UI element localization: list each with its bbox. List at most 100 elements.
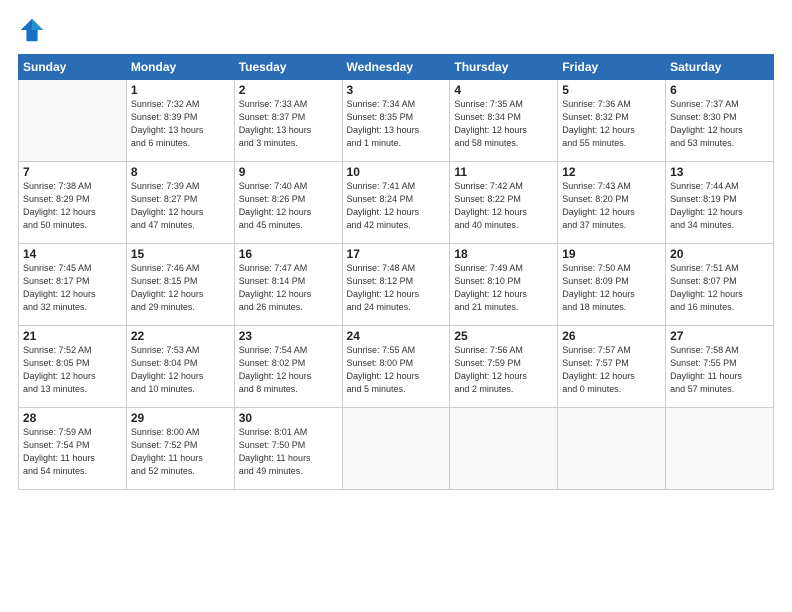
day-number: 18 bbox=[454, 247, 553, 261]
day-number: 25 bbox=[454, 329, 553, 343]
calendar-cell: 27Sunrise: 7:58 AM Sunset: 7:55 PM Dayli… bbox=[666, 326, 774, 408]
day-info: Sunrise: 7:33 AM Sunset: 8:37 PM Dayligh… bbox=[239, 98, 338, 150]
weekday-header-row: SundayMondayTuesdayWednesdayThursdayFrid… bbox=[19, 55, 774, 80]
weekday-header-saturday: Saturday bbox=[666, 55, 774, 80]
weekday-header-sunday: Sunday bbox=[19, 55, 127, 80]
day-info: Sunrise: 7:59 AM Sunset: 7:54 PM Dayligh… bbox=[23, 426, 122, 478]
calendar-table: SundayMondayTuesdayWednesdayThursdayFrid… bbox=[18, 54, 774, 490]
calendar-cell: 9Sunrise: 7:40 AM Sunset: 8:26 PM Daylig… bbox=[234, 162, 342, 244]
calendar-cell: 15Sunrise: 7:46 AM Sunset: 8:15 PM Dayli… bbox=[126, 244, 234, 326]
calendar-cell: 17Sunrise: 7:48 AM Sunset: 8:12 PM Dayli… bbox=[342, 244, 450, 326]
day-number: 12 bbox=[562, 165, 661, 179]
calendar-cell: 24Sunrise: 7:55 AM Sunset: 8:00 PM Dayli… bbox=[342, 326, 450, 408]
day-info: Sunrise: 7:56 AM Sunset: 7:59 PM Dayligh… bbox=[454, 344, 553, 396]
day-info: Sunrise: 7:43 AM Sunset: 8:20 PM Dayligh… bbox=[562, 180, 661, 232]
day-info: Sunrise: 8:00 AM Sunset: 7:52 PM Dayligh… bbox=[131, 426, 230, 478]
day-info: Sunrise: 7:35 AM Sunset: 8:34 PM Dayligh… bbox=[454, 98, 553, 150]
calendar-cell: 21Sunrise: 7:52 AM Sunset: 8:05 PM Dayli… bbox=[19, 326, 127, 408]
day-number: 13 bbox=[670, 165, 769, 179]
calendar-cell: 1Sunrise: 7:32 AM Sunset: 8:39 PM Daylig… bbox=[126, 80, 234, 162]
day-number: 27 bbox=[670, 329, 769, 343]
day-info: Sunrise: 7:53 AM Sunset: 8:04 PM Dayligh… bbox=[131, 344, 230, 396]
calendar-cell bbox=[19, 80, 127, 162]
day-info: Sunrise: 7:55 AM Sunset: 8:00 PM Dayligh… bbox=[347, 344, 446, 396]
day-number: 3 bbox=[347, 83, 446, 97]
calendar-cell: 28Sunrise: 7:59 AM Sunset: 7:54 PM Dayli… bbox=[19, 408, 127, 490]
calendar-cell: 19Sunrise: 7:50 AM Sunset: 8:09 PM Dayli… bbox=[558, 244, 666, 326]
day-info: Sunrise: 7:50 AM Sunset: 8:09 PM Dayligh… bbox=[562, 262, 661, 314]
calendar-cell: 7Sunrise: 7:38 AM Sunset: 8:29 PM Daylig… bbox=[19, 162, 127, 244]
day-number: 7 bbox=[23, 165, 122, 179]
day-info: Sunrise: 7:32 AM Sunset: 8:39 PM Dayligh… bbox=[131, 98, 230, 150]
week-row-5: 28Sunrise: 7:59 AM Sunset: 7:54 PM Dayli… bbox=[19, 408, 774, 490]
day-number: 9 bbox=[239, 165, 338, 179]
calendar-cell: 29Sunrise: 8:00 AM Sunset: 7:52 PM Dayli… bbox=[126, 408, 234, 490]
day-number: 20 bbox=[670, 247, 769, 261]
calendar-cell: 8Sunrise: 7:39 AM Sunset: 8:27 PM Daylig… bbox=[126, 162, 234, 244]
day-info: Sunrise: 8:01 AM Sunset: 7:50 PM Dayligh… bbox=[239, 426, 338, 478]
day-info: Sunrise: 7:49 AM Sunset: 8:10 PM Dayligh… bbox=[454, 262, 553, 314]
day-number: 28 bbox=[23, 411, 122, 425]
calendar-cell: 6Sunrise: 7:37 AM Sunset: 8:30 PM Daylig… bbox=[666, 80, 774, 162]
day-number: 26 bbox=[562, 329, 661, 343]
calendar-cell: 16Sunrise: 7:47 AM Sunset: 8:14 PM Dayli… bbox=[234, 244, 342, 326]
weekday-header-monday: Monday bbox=[126, 55, 234, 80]
calendar-cell: 25Sunrise: 7:56 AM Sunset: 7:59 PM Dayli… bbox=[450, 326, 558, 408]
day-number: 16 bbox=[239, 247, 338, 261]
day-info: Sunrise: 7:42 AM Sunset: 8:22 PM Dayligh… bbox=[454, 180, 553, 232]
weekday-header-wednesday: Wednesday bbox=[342, 55, 450, 80]
calendar-body: 1Sunrise: 7:32 AM Sunset: 8:39 PM Daylig… bbox=[19, 80, 774, 490]
day-info: Sunrise: 7:38 AM Sunset: 8:29 PM Dayligh… bbox=[23, 180, 122, 232]
calendar-cell: 22Sunrise: 7:53 AM Sunset: 8:04 PM Dayli… bbox=[126, 326, 234, 408]
day-number: 21 bbox=[23, 329, 122, 343]
header bbox=[18, 16, 774, 44]
day-info: Sunrise: 7:41 AM Sunset: 8:24 PM Dayligh… bbox=[347, 180, 446, 232]
day-info: Sunrise: 7:46 AM Sunset: 8:15 PM Dayligh… bbox=[131, 262, 230, 314]
calendar-cell: 12Sunrise: 7:43 AM Sunset: 8:20 PM Dayli… bbox=[558, 162, 666, 244]
week-row-3: 14Sunrise: 7:45 AM Sunset: 8:17 PM Dayli… bbox=[19, 244, 774, 326]
day-number: 8 bbox=[131, 165, 230, 179]
day-info: Sunrise: 7:39 AM Sunset: 8:27 PM Dayligh… bbox=[131, 180, 230, 232]
calendar-cell bbox=[342, 408, 450, 490]
day-number: 10 bbox=[347, 165, 446, 179]
day-info: Sunrise: 7:54 AM Sunset: 8:02 PM Dayligh… bbox=[239, 344, 338, 396]
day-number: 19 bbox=[562, 247, 661, 261]
calendar-cell: 20Sunrise: 7:51 AM Sunset: 8:07 PM Dayli… bbox=[666, 244, 774, 326]
day-info: Sunrise: 7:44 AM Sunset: 8:19 PM Dayligh… bbox=[670, 180, 769, 232]
day-info: Sunrise: 7:36 AM Sunset: 8:32 PM Dayligh… bbox=[562, 98, 661, 150]
calendar-cell: 4Sunrise: 7:35 AM Sunset: 8:34 PM Daylig… bbox=[450, 80, 558, 162]
day-number: 15 bbox=[131, 247, 230, 261]
calendar-cell bbox=[558, 408, 666, 490]
day-number: 22 bbox=[131, 329, 230, 343]
weekday-header-friday: Friday bbox=[558, 55, 666, 80]
day-info: Sunrise: 7:45 AM Sunset: 8:17 PM Dayligh… bbox=[23, 262, 122, 314]
calendar-cell: 23Sunrise: 7:54 AM Sunset: 8:02 PM Dayli… bbox=[234, 326, 342, 408]
calendar-cell: 18Sunrise: 7:49 AM Sunset: 8:10 PM Dayli… bbox=[450, 244, 558, 326]
weekday-header-thursday: Thursday bbox=[450, 55, 558, 80]
day-number: 2 bbox=[239, 83, 338, 97]
day-number: 17 bbox=[347, 247, 446, 261]
day-number: 23 bbox=[239, 329, 338, 343]
week-row-4: 21Sunrise: 7:52 AM Sunset: 8:05 PM Dayli… bbox=[19, 326, 774, 408]
calendar-cell: 11Sunrise: 7:42 AM Sunset: 8:22 PM Dayli… bbox=[450, 162, 558, 244]
day-number: 4 bbox=[454, 83, 553, 97]
calendar-cell: 3Sunrise: 7:34 AM Sunset: 8:35 PM Daylig… bbox=[342, 80, 450, 162]
day-info: Sunrise: 7:37 AM Sunset: 8:30 PM Dayligh… bbox=[670, 98, 769, 150]
calendar-cell: 5Sunrise: 7:36 AM Sunset: 8:32 PM Daylig… bbox=[558, 80, 666, 162]
calendar-cell: 14Sunrise: 7:45 AM Sunset: 8:17 PM Dayli… bbox=[19, 244, 127, 326]
day-info: Sunrise: 7:47 AM Sunset: 8:14 PM Dayligh… bbox=[239, 262, 338, 314]
calendar-cell: 30Sunrise: 8:01 AM Sunset: 7:50 PM Dayli… bbox=[234, 408, 342, 490]
day-info: Sunrise: 7:57 AM Sunset: 7:57 PM Dayligh… bbox=[562, 344, 661, 396]
calendar-cell bbox=[450, 408, 558, 490]
day-info: Sunrise: 7:40 AM Sunset: 8:26 PM Dayligh… bbox=[239, 180, 338, 232]
weekday-header-tuesday: Tuesday bbox=[234, 55, 342, 80]
day-number: 30 bbox=[239, 411, 338, 425]
day-number: 1 bbox=[131, 83, 230, 97]
logo bbox=[18, 16, 48, 44]
day-info: Sunrise: 7:51 AM Sunset: 8:07 PM Dayligh… bbox=[670, 262, 769, 314]
day-info: Sunrise: 7:58 AM Sunset: 7:55 PM Dayligh… bbox=[670, 344, 769, 396]
calendar-cell bbox=[666, 408, 774, 490]
logo-icon bbox=[18, 16, 46, 44]
calendar-cell: 26Sunrise: 7:57 AM Sunset: 7:57 PM Dayli… bbox=[558, 326, 666, 408]
day-info: Sunrise: 7:52 AM Sunset: 8:05 PM Dayligh… bbox=[23, 344, 122, 396]
